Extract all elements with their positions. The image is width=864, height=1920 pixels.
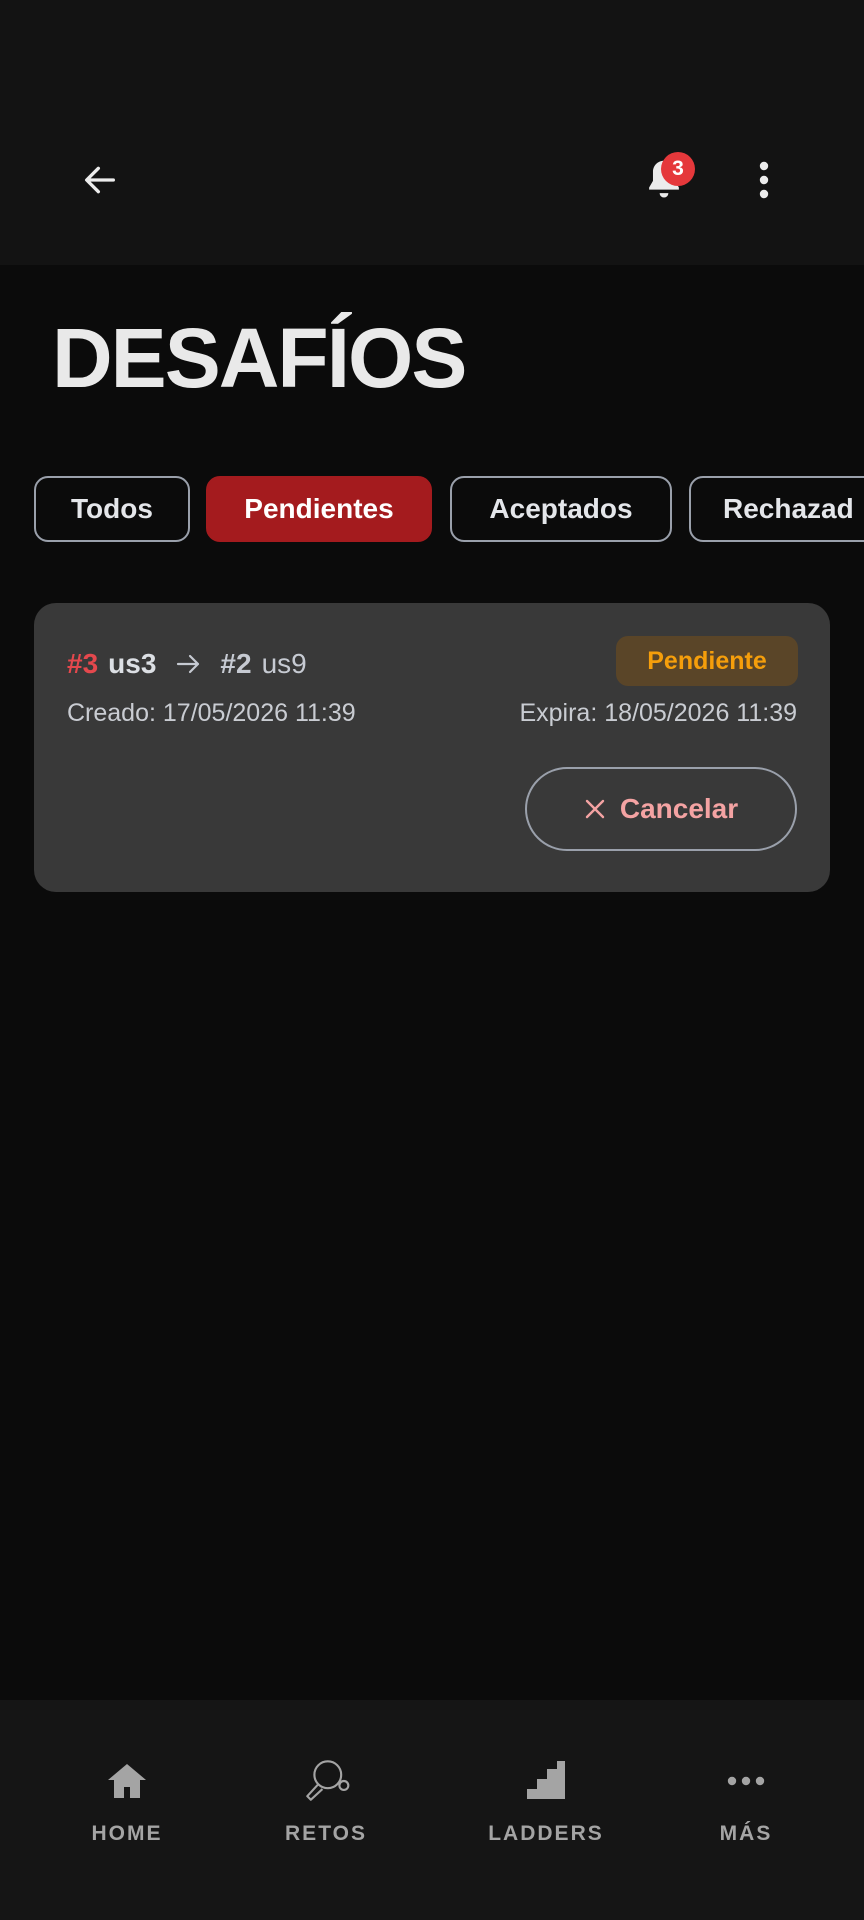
challenge-matchup: #3 us3 #2 us9 (67, 644, 307, 684)
nav-item-ladders[interactable]: LADDERS (466, 1756, 626, 1846)
more-vertical-icon (759, 161, 769, 199)
tab-pendientes[interactable]: Pendientes (206, 476, 432, 542)
nav-label-mas: MÁS (719, 1822, 773, 1845)
status-badge: Pendiente (616, 636, 798, 686)
filter-tabs: Todos Pendientes Aceptados Rechazad (34, 476, 864, 542)
nav-item-home[interactable]: HOME (47, 1756, 207, 1846)
challenges-screen: 3 DESAFÍOS Todos Pendientes Aceptados Re… (0, 0, 864, 1920)
tab-todos[interactable]: Todos (34, 476, 190, 542)
expires-date: Expira: 18/05/2026 11:39 (519, 699, 797, 727)
close-icon (584, 798, 606, 820)
stairs-icon (521, 1756, 571, 1806)
challenged-name: us9 (261, 648, 307, 679)
created-date: Creado: 17/05/2026 11:39 (67, 699, 356, 727)
challenger-name: us3 (108, 648, 157, 679)
challenger-rank: #3 (67, 648, 99, 679)
nav-item-mas[interactable]: MÁS (666, 1756, 826, 1846)
app-bar: 3 (0, 0, 864, 265)
arrow-right-icon (176, 653, 202, 675)
notification-count-badge: 3 (661, 152, 695, 186)
nav-label-retos: RETOS (285, 1822, 367, 1845)
tab-rechazados[interactable]: Rechazad (689, 476, 864, 542)
nav-item-retos[interactable]: RETOS (246, 1756, 406, 1846)
nav-label-home: HOME (91, 1822, 163, 1845)
ping-pong-icon (301, 1756, 351, 1806)
home-icon (102, 1756, 152, 1806)
challenge-card: #3 us3 #2 us9 Pendiente Creado: 17/05/20… (34, 603, 830, 892)
arrow-left-icon (85, 166, 116, 194)
bottom-navigation: HOME RETOS LADDERS MÁS (0, 1700, 864, 1920)
page-title: DESAFÍOS (52, 311, 467, 405)
more-horizontal-icon (721, 1756, 771, 1806)
cancel-button-label: Cancelar (619, 793, 739, 824)
tab-aceptados[interactable]: Aceptados (450, 476, 672, 542)
more-options-button[interactable] (736, 152, 792, 208)
back-button[interactable] (72, 152, 128, 208)
nav-label-ladders: LADDERS (488, 1822, 604, 1845)
challenged-rank: #2 (220, 648, 252, 679)
cancel-button[interactable]: Cancelar (525, 767, 797, 851)
